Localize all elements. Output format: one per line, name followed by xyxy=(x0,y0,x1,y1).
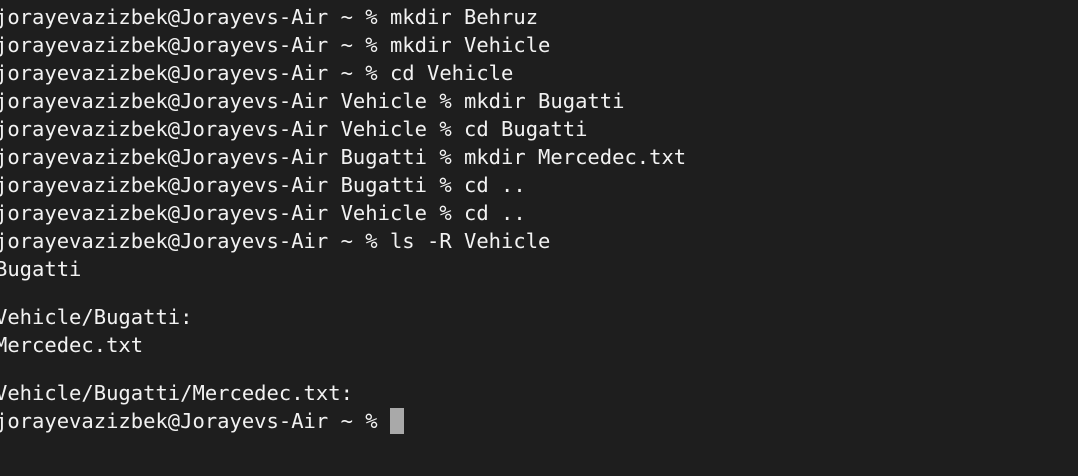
terminal-line: jorayevazizbek@Jorayevs-Air Bugatti % cd… xyxy=(0,173,526,197)
terminal-prompt: jorayevazizbek@Jorayevs-Air ~ % xyxy=(0,409,378,433)
terminal-line: jorayevazizbek@Jorayevs-Air Vehicle % mk… xyxy=(0,89,625,113)
terminal-prompt-line[interactable]: jorayevazizbek@Jorayevs-Air ~ % xyxy=(0,407,686,435)
terminal-line: jorayevazizbek@Jorayevs-Air ~ % mkdir Be… xyxy=(0,5,539,29)
terminal-line: Vehicle/Bugatti: xyxy=(0,305,193,329)
terminal-window[interactable]: jorayevazizbek@Jorayevs-Air ~ % mkdir Be… xyxy=(0,0,1078,476)
terminal-line: Mercedec.txt xyxy=(0,333,144,357)
terminal-line: jorayevazizbek@Jorayevs-Air ~ % ls -R Ve… xyxy=(0,229,551,253)
terminal-line: jorayevazizbek@Jorayevs-Air Bugatti % mk… xyxy=(0,145,687,169)
terminal-line: Bugatti xyxy=(0,257,82,281)
terminal-line: jorayevazizbek@Jorayevs-Air ~ % mkdir Ve… xyxy=(0,33,551,57)
terminal-line: jorayevazizbek@Jorayevs-Air ~ % cd Vehic… xyxy=(0,61,514,85)
text-cursor[interactable] xyxy=(389,408,404,434)
terminal-line: jorayevazizbek@Jorayevs-Air Vehicle % cd… xyxy=(0,117,588,141)
terminal-output: jorayevazizbek@Jorayevs-Air ~ % mkdir Be… xyxy=(0,3,686,435)
terminal-line: jorayevazizbek@Jorayevs-Air Vehicle % cd… xyxy=(0,201,526,225)
terminal-line: Vehicle/Bugatti/Mercedec.txt: xyxy=(0,381,353,405)
